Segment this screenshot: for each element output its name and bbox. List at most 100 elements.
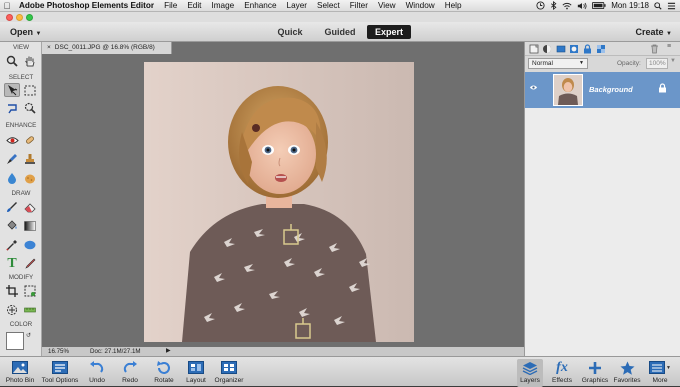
brush-icon xyxy=(7,202,17,212)
menu-window[interactable]: Window xyxy=(401,1,440,10)
add-mask-icon[interactable] xyxy=(569,44,579,54)
redo-button[interactable]: Redo xyxy=(117,359,143,387)
spotlight-search-icon[interactable] xyxy=(654,1,662,10)
undo-button[interactable]: Undo xyxy=(84,359,110,387)
opacity-stepper-icon[interactable]: ▼ xyxy=(670,58,676,64)
clock-status-icon[interactable] xyxy=(536,1,545,10)
bluetooth-icon[interactable] xyxy=(550,1,557,10)
smart-brush-icon xyxy=(7,154,17,164)
hand-tool-button[interactable] xyxy=(22,54,38,68)
create-menu-button[interactable]: Create ▼ xyxy=(636,27,672,37)
tool-options-button[interactable]: Tool Options xyxy=(38,359,82,387)
menu-enhance[interactable]: Enhance xyxy=(239,1,281,10)
zoom-percentage[interactable]: 16.75% xyxy=(48,347,69,356)
graphics-panel-button[interactable]: Graphics xyxy=(579,359,611,387)
move-tool-button[interactable] xyxy=(4,83,20,97)
menu-filter[interactable]: Filter xyxy=(345,1,373,10)
quick-selection-tool-button[interactable] xyxy=(22,101,38,115)
red-eye-tool-button[interactable] xyxy=(4,133,20,147)
menu-file[interactable]: File xyxy=(159,1,182,10)
mode-expert-tab[interactable]: Expert xyxy=(367,25,411,39)
document-tab[interactable]: × DSC_0011.JPG @ 16.8% (RGB/8) xyxy=(42,42,172,54)
close-window-button[interactable] xyxy=(6,13,13,21)
document-status-bar: 16.75% Doc: 27.1M/27.1M ▶ xyxy=(42,347,524,356)
section-modify-label: MODIFY xyxy=(8,274,34,281)
menubar-clock[interactable]: Mon 19:18 xyxy=(611,1,649,10)
close-document-icon[interactable]: × xyxy=(47,44,51,51)
layer-row-background[interactable]: Background xyxy=(525,72,680,108)
straighten-tool-button[interactable] xyxy=(22,303,38,317)
layers-panel-button[interactable]: Layers xyxy=(517,359,543,387)
sponge-icon xyxy=(25,174,35,183)
menu-view[interactable]: View xyxy=(373,1,401,10)
menu-help[interactable]: Help xyxy=(440,1,467,10)
more-panel-button[interactable]: ▼ More xyxy=(646,359,674,387)
document-photo[interactable] xyxy=(144,62,414,342)
layout-button[interactable]: Layout xyxy=(182,359,210,387)
window-titlebar xyxy=(0,12,680,22)
layer-lock-icon[interactable] xyxy=(658,83,667,93)
favorites-panel-button[interactable]: Favorites xyxy=(611,359,643,387)
type-tool-button[interactable]: T xyxy=(4,256,20,271)
zoom-tool-button[interactable] xyxy=(4,54,20,68)
zoom-window-button[interactable] xyxy=(26,13,33,21)
move-icon xyxy=(8,85,18,96)
eye-visibility-icon[interactable] xyxy=(529,84,538,91)
eraser-tool-button[interactable] xyxy=(22,200,38,214)
spot-healing-icon xyxy=(26,136,34,144)
delete-layer-icon[interactable] xyxy=(650,44,659,54)
graphics-label: Graphics xyxy=(581,377,609,384)
clone-stamp-tool-button[interactable] xyxy=(22,152,38,166)
sponge-tool-button[interactable] xyxy=(22,171,38,185)
menu-edit[interactable]: Edit xyxy=(182,1,206,10)
shape-tool-button[interactable] xyxy=(22,238,38,252)
lock-all-icon[interactable] xyxy=(583,44,592,54)
content-aware-move-tool-button[interactable] xyxy=(4,303,20,317)
mode-quick-tab[interactable]: Quick xyxy=(270,25,310,39)
new-layer-icon[interactable] xyxy=(529,44,539,54)
volume-icon[interactable] xyxy=(577,2,587,10)
foreground-color-swatch[interactable] xyxy=(6,332,24,350)
paint-bucket-tool-button[interactable] xyxy=(4,219,20,233)
minimize-window-button[interactable] xyxy=(16,13,23,21)
menu-select[interactable]: Select xyxy=(312,1,345,10)
color-swatches[interactable]: ↺ xyxy=(6,332,32,354)
new-fill-layer-icon[interactable] xyxy=(542,44,552,54)
recompose-tool-button[interactable] xyxy=(22,284,38,298)
swap-colors-icon[interactable]: ↺ xyxy=(26,332,31,339)
layer-group-icon[interactable] xyxy=(556,44,566,54)
pencil-tool-button[interactable] xyxy=(22,257,38,271)
wifi-icon[interactable] xyxy=(562,2,572,10)
battery-icon[interactable] xyxy=(592,2,606,9)
menu-image[interactable]: Image xyxy=(206,1,239,10)
open-menu-button[interactable]: Open ▼ xyxy=(10,27,41,37)
lock-transparent-icon[interactable] xyxy=(596,44,606,54)
marquee-tool-button[interactable] xyxy=(22,83,38,97)
smart-brush-tool-button[interactable] xyxy=(4,152,20,166)
menu-layer[interactable]: Layer xyxy=(282,1,312,10)
menu-app-name[interactable]: Adobe Photoshop Elements Editor xyxy=(14,1,159,10)
spot-healing-tool-button[interactable] xyxy=(22,133,38,147)
organizer-button[interactable]: Organizer xyxy=(211,359,247,387)
section-select-label: SELECT xyxy=(8,74,34,81)
crop-tool-button[interactable] xyxy=(4,284,20,298)
rotate-button[interactable]: Rotate xyxy=(150,359,178,387)
gradient-tool-button[interactable] xyxy=(22,219,38,233)
apple-menu-icon[interactable]:  xyxy=(0,1,14,11)
mode-guided-tab[interactable]: Guided xyxy=(318,25,362,39)
undo-label: Undo xyxy=(89,377,105,384)
effects-panel-button[interactable]: fx Effects xyxy=(549,359,575,387)
document-size-info: Doc: 27.1M/27.1M xyxy=(90,348,141,355)
notification-center-icon[interactable] xyxy=(667,2,676,10)
lasso-tool-button[interactable] xyxy=(4,101,20,115)
brush-tool-button[interactable] xyxy=(4,200,20,214)
chevron-down-icon: ▼ xyxy=(35,31,42,37)
opacity-input[interactable]: 100% xyxy=(646,58,668,69)
photo-bin-button[interactable]: Photo Bin xyxy=(2,359,38,387)
status-info-arrow-icon[interactable]: ▶ xyxy=(166,347,171,356)
eyedropper-tool-button[interactable] xyxy=(4,238,20,252)
layer-name[interactable]: Background xyxy=(589,85,633,94)
blend-mode-select[interactable]: Normal ▼ xyxy=(528,58,588,69)
blur-tool-button[interactable] xyxy=(4,171,20,185)
panel-menu-icon[interactable]: ≡ xyxy=(667,43,671,50)
